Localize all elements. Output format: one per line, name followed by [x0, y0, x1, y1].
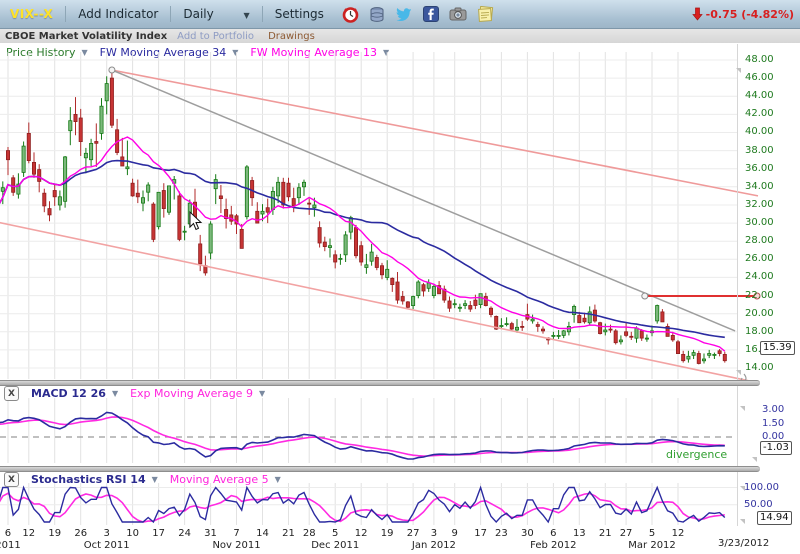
- drawing-handle-icon[interactable]: [109, 67, 115, 73]
- price-axis-label: 44.00: [745, 90, 774, 101]
- price-axis-label: 18.00: [745, 326, 774, 337]
- close-icon[interactable]: X: [4, 472, 19, 487]
- date-tick-label: 17: [474, 528, 487, 539]
- price-axis-label: 14.00: [745, 362, 774, 373]
- close-icon[interactable]: X: [4, 386, 19, 401]
- date-tick-label: 19: [48, 528, 61, 539]
- date-tick-label: 19: [381, 528, 394, 539]
- axis-divider: [737, 44, 738, 526]
- scale-arrow-icon[interactable]: [740, 519, 745, 524]
- date-tick-label: 14: [256, 528, 269, 539]
- date-tick-label: 12: [672, 528, 685, 539]
- date-tick-label: 24: [178, 528, 191, 539]
- scale-arrow-icon[interactable]: [752, 457, 757, 462]
- price-axis-label: 40.00: [745, 126, 774, 137]
- scale-arrow-icon[interactable]: [736, 370, 741, 375]
- stoch-overlay-title[interactable]: Moving Average 5: [170, 473, 269, 486]
- price-axis-label: 30.00: [745, 217, 774, 228]
- stoch-value-box: 14.94: [757, 511, 792, 525]
- stoch-axis-label: 100.00: [744, 482, 779, 493]
- price-axis-label: 26.00: [745, 253, 774, 264]
- month-label: Dec 2011: [311, 540, 359, 551]
- date-tick-label: 3: [103, 528, 109, 539]
- macd-value-box: -1.03: [760, 441, 792, 455]
- date-tick-label: 7: [233, 528, 239, 539]
- date-tick-label: 27: [407, 528, 420, 539]
- date-tick-label: 6: [5, 528, 11, 539]
- date-tick-label: 13: [573, 528, 586, 539]
- price-axis-label: 24.00: [745, 271, 774, 282]
- price-axis-label: 20.00: [745, 308, 774, 319]
- month-label: Mar 2012: [628, 540, 676, 551]
- date-tick-label: 12: [355, 528, 368, 539]
- chevron-down-icon[interactable]: ▼: [112, 389, 118, 398]
- date-tick-label: 12: [22, 528, 35, 539]
- stoch-panel-header: X Stochastics RSI 14 ▼ Moving Average 5 …: [4, 472, 289, 487]
- month-label: Oct 2011: [84, 540, 130, 551]
- price-axis-label: 34.00: [745, 181, 774, 192]
- stoch-title[interactable]: Stochastics RSI 14: [31, 473, 146, 486]
- scale-arrow-icon[interactable]: [740, 406, 745, 411]
- month-label: Jan 2012: [412, 540, 456, 551]
- date-tick-label: 5: [332, 528, 338, 539]
- date-tick-label: 17: [152, 528, 165, 539]
- divergence-annotation[interactable]: divergence: [666, 448, 727, 461]
- month-label: Feb 2012: [530, 540, 576, 551]
- macd-panel-header: X MACD 12 26 ▼ Exp Moving Average 9 ▼: [4, 386, 273, 401]
- date-tick-label: 28: [303, 528, 316, 539]
- macd-axis-label: 3.00: [762, 404, 784, 415]
- price-axis-label: 38.00: [745, 145, 774, 156]
- macd-title[interactable]: MACD 12 26: [31, 387, 106, 400]
- date-tick-label: 31: [204, 528, 217, 539]
- month-label: 2011: [0, 540, 21, 551]
- date-tick-label: 27: [620, 528, 633, 539]
- price-axis-label: 46.00: [745, 72, 774, 83]
- channel-lower-trendline[interactable]: [0, 222, 748, 381]
- macd-axis-label: 1.50: [762, 418, 784, 429]
- date-tick-label: 3: [431, 528, 437, 539]
- price-axis-label: 28.00: [745, 235, 774, 246]
- date-tick-label: 21: [282, 528, 295, 539]
- month-label: Nov 2011: [212, 540, 260, 551]
- charting-application: VIX--X Add Indicator Daily ▼ Settings: [0, 0, 800, 554]
- date-tick-label: 23: [495, 528, 508, 539]
- date-tick-label: 10: [126, 528, 139, 539]
- price-axis-label: 42.00: [745, 108, 774, 119]
- stoch-ma-line: [0, 493, 725, 522]
- price-axis-label: 22.00: [745, 290, 774, 301]
- macd-overlay-title[interactable]: Exp Moving Average 9: [130, 387, 253, 400]
- date-tick-label: 21: [599, 528, 612, 539]
- last-date-label: 3/23/2012: [718, 538, 769, 549]
- vertical-gridlines: [8, 52, 678, 525]
- price-axis-label: 36.00: [745, 163, 774, 174]
- scale-arrow-icon[interactable]: [736, 68, 741, 73]
- date-tick-label: 30: [521, 528, 534, 539]
- date-tick-label: 26: [74, 528, 87, 539]
- drawing-handle-icon[interactable]: [642, 293, 648, 299]
- price-axis-label: 32.00: [745, 199, 774, 210]
- date-tick-label: 9: [451, 528, 457, 539]
- chevron-down-icon[interactable]: ▼: [152, 475, 158, 484]
- date-tick-label: 6: [550, 528, 556, 539]
- date-tick-label: 5: [649, 528, 655, 539]
- last-price-box: 15.39: [760, 341, 795, 355]
- chevron-down-icon[interactable]: ▼: [275, 475, 281, 484]
- macd-line: [0, 412, 725, 459]
- price-axis-label: 48.00: [745, 54, 774, 65]
- chevron-down-icon[interactable]: ▼: [259, 389, 265, 398]
- stoch-axis-label: 50.00: [744, 499, 773, 510]
